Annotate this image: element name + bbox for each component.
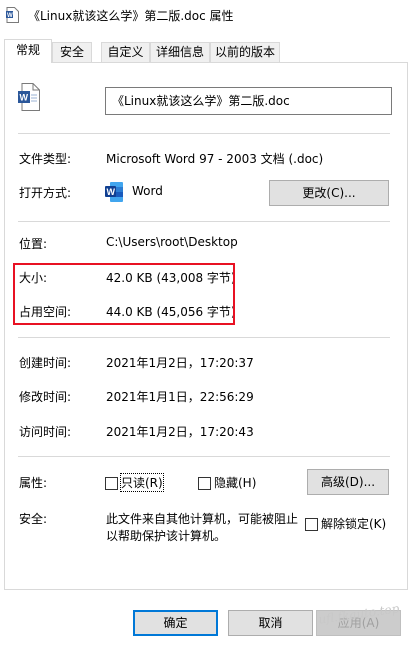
unblock-checkbox[interactable] bbox=[305, 518, 318, 531]
cancel-button[interactable]: 取消 bbox=[228, 610, 313, 636]
open-with-label: 打开方式: bbox=[19, 186, 72, 200]
tab-custom[interactable]: 自定义 bbox=[101, 42, 150, 62]
window-title: 《Linux就该这么学》第二版.doc 属性 bbox=[28, 9, 234, 23]
modified-value: 2021年1月1日，22:56:29 bbox=[106, 390, 254, 404]
file-name-field[interactable]: 《Linux就该这么学》第二版.doc bbox=[105, 87, 392, 115]
readonly-checkbox[interactable] bbox=[105, 477, 118, 490]
security-message-line2: 以帮助保护该计算机。 bbox=[106, 529, 227, 543]
unblock-label[interactable]: 解除锁定(K) bbox=[321, 515, 386, 532]
security-label: 安全: bbox=[19, 512, 48, 526]
hidden-label[interactable]: 隐藏(H) bbox=[214, 474, 256, 491]
file-type-label: 文件类型: bbox=[19, 152, 72, 166]
attributes-label: 属性: bbox=[19, 476, 48, 490]
word-document-icon: W bbox=[18, 83, 40, 111]
svg-text:W: W bbox=[20, 93, 29, 103]
location-label: 位置: bbox=[19, 237, 48, 251]
separator bbox=[18, 133, 390, 134]
created-label: 创建时间: bbox=[19, 356, 72, 370]
hidden-checkbox[interactable] bbox=[198, 477, 211, 490]
location-value: C:\Users\root\Desktop bbox=[106, 235, 238, 249]
tab-security[interactable]: 安全 bbox=[52, 42, 92, 62]
tab-details[interactable]: 详细信息 bbox=[150, 42, 210, 62]
separator bbox=[18, 221, 390, 222]
open-with-value: Word bbox=[132, 184, 163, 198]
modified-label: 修改时间: bbox=[19, 390, 72, 404]
accessed-label: 访问时间: bbox=[19, 425, 72, 439]
created-value: 2021年1月2日，17:20:37 bbox=[106, 356, 254, 370]
tab-previous-versions[interactable]: 以前的版本 bbox=[210, 42, 280, 62]
change-button[interactable]: 更改(C)... bbox=[269, 180, 389, 206]
separator bbox=[18, 456, 390, 457]
readonly-label[interactable]: 只读(R) bbox=[120, 473, 164, 492]
svg-text:W: W bbox=[7, 13, 13, 19]
security-message-line1: 此文件来自其他计算机，可能被阻止 bbox=[106, 512, 299, 526]
file-type-value: Microsoft Word 97 - 2003 文档 (.doc) bbox=[106, 152, 324, 166]
separator bbox=[18, 337, 390, 338]
svg-text:W: W bbox=[107, 187, 116, 197]
word-document-icon: W bbox=[6, 7, 19, 23]
advanced-button[interactable]: 高级(D)... bbox=[307, 469, 389, 495]
tab-general[interactable]: 常规 bbox=[4, 39, 52, 63]
ok-button[interactable]: 确定 bbox=[133, 610, 218, 636]
word-app-icon: W bbox=[105, 181, 123, 203]
accessed-value: 2021年1月2日，17:20:43 bbox=[106, 425, 254, 439]
title-bar[interactable]: W 《Linux就该这么学》第二版.doc 属性 bbox=[0, 0, 412, 31]
size-highlight-box bbox=[13, 263, 235, 325]
